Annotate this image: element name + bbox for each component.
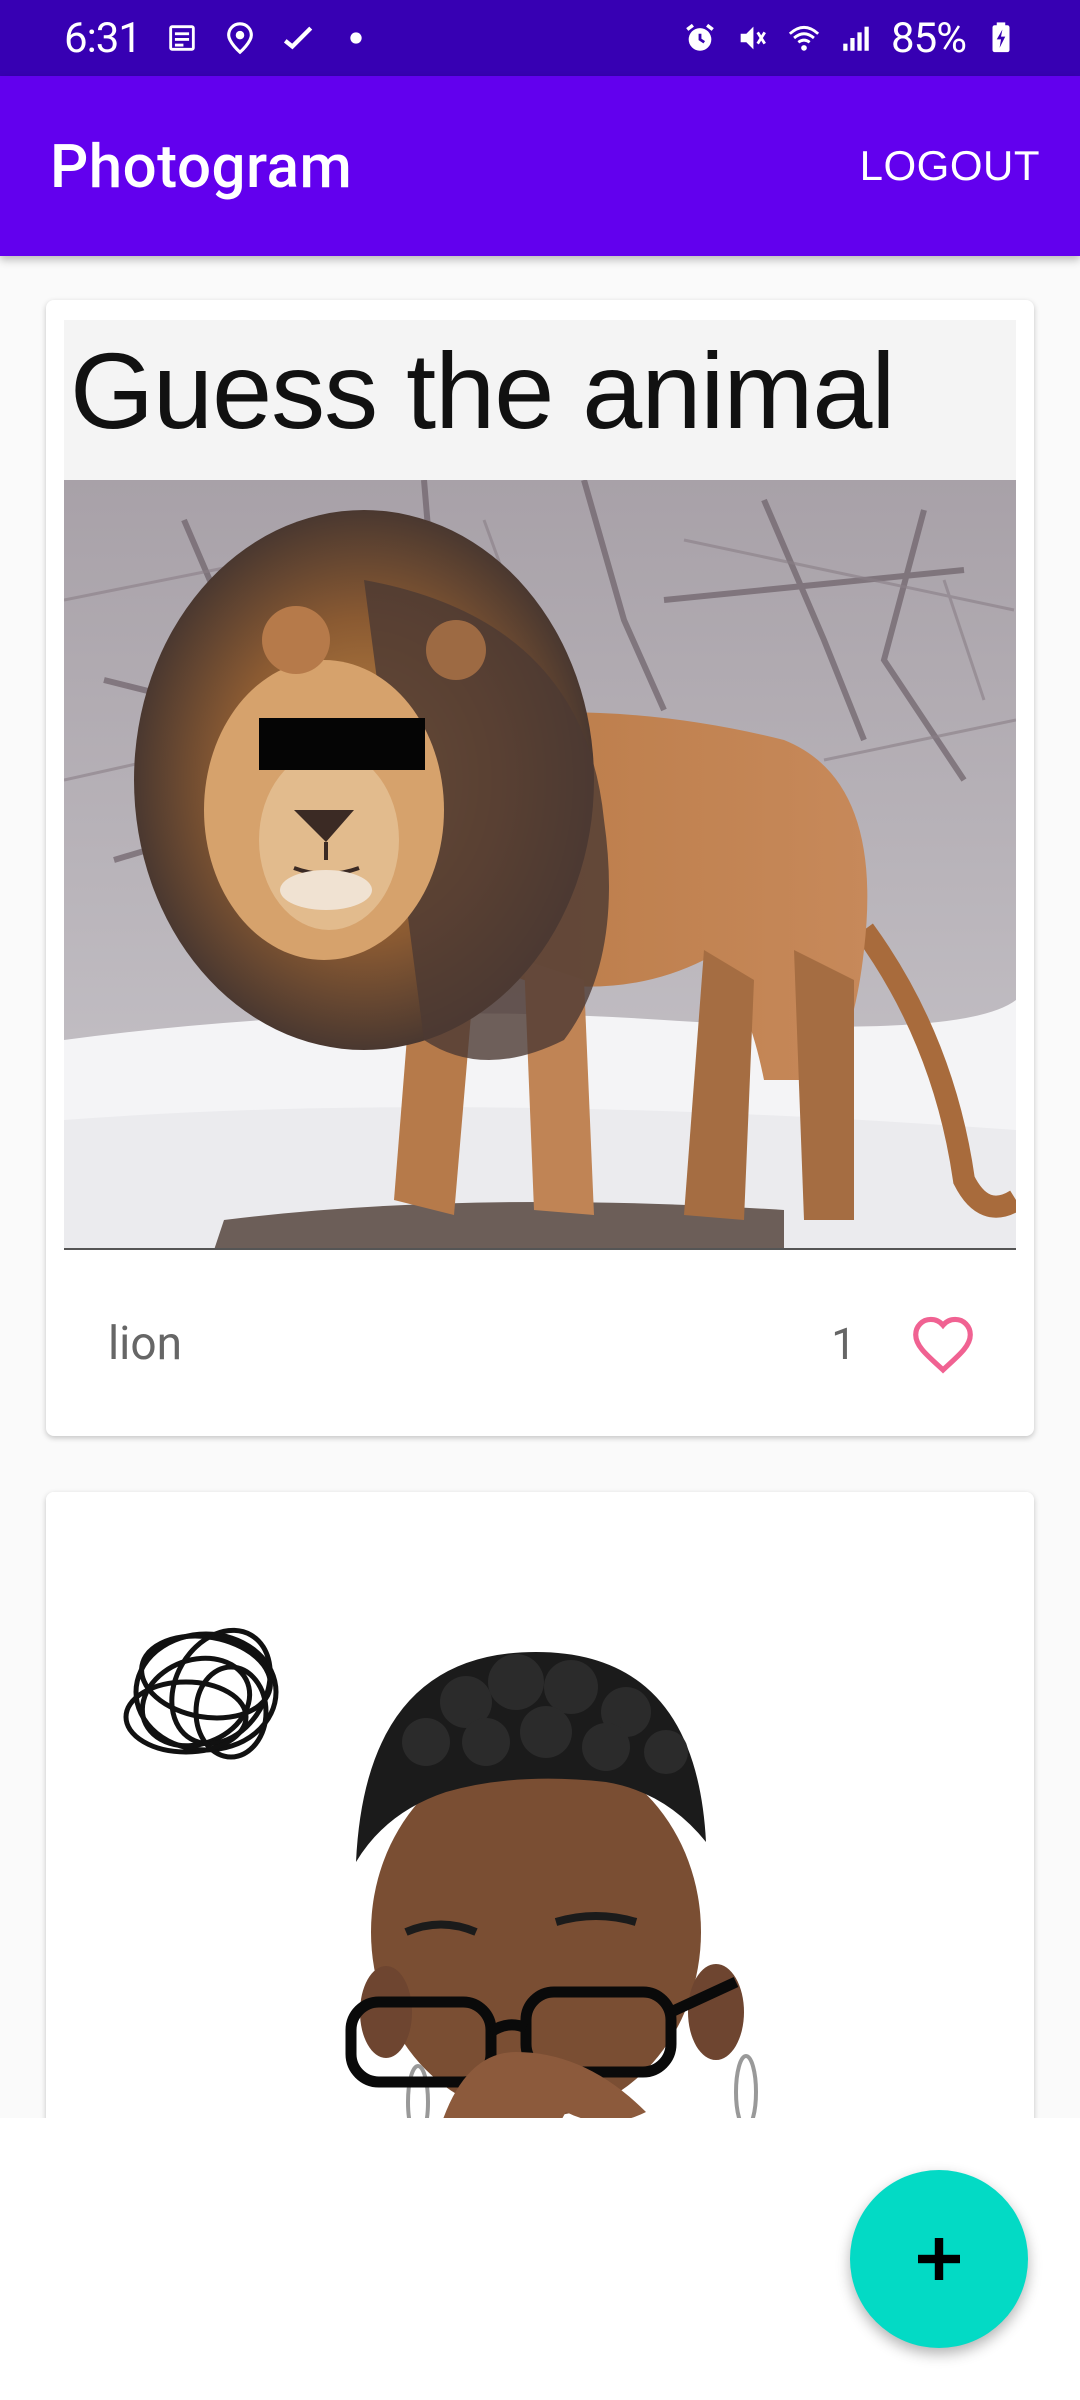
- post-image[interactable]: [46, 1492, 1034, 2118]
- post-footer: lion 1: [46, 1252, 1034, 1436]
- status-right: 85%: [683, 14, 1018, 63]
- news-icon: [165, 21, 199, 55]
- battery-charging-icon: [984, 21, 1018, 55]
- check-icon: [281, 21, 315, 55]
- notification-dot-icon: [339, 21, 373, 55]
- wifi-icon: [787, 21, 821, 55]
- post-image[interactable]: Guess the animal: [64, 320, 1016, 1250]
- app-title: Photogram: [50, 130, 353, 202]
- post-card[interactable]: [46, 1492, 1034, 2118]
- status-time: 6:31: [64, 13, 142, 63]
- battery-percent: 85%: [891, 13, 967, 63]
- add-post-button[interactable]: [850, 2170, 1028, 2348]
- signal-icon: [839, 21, 873, 55]
- lion-photo: [64, 480, 1016, 1248]
- alarm-icon: [683, 21, 717, 55]
- mute-icon: [735, 21, 769, 55]
- post-label: lion: [108, 1317, 183, 1371]
- meme-caption-area: Guess the animal: [64, 320, 1016, 480]
- app-bar: Photogram LOGOUT: [0, 76, 1080, 256]
- like-count: 1: [831, 1318, 856, 1370]
- status-bar: 6:31 85%: [0, 0, 1080, 76]
- plus-icon: [918, 2238, 960, 2280]
- status-left: 6:31: [64, 14, 373, 63]
- logout-button[interactable]: LOGOUT: [860, 142, 1040, 190]
- heart-icon[interactable]: [908, 1312, 978, 1376]
- post-card[interactable]: Guess the animal lion 1: [46, 300, 1034, 1436]
- location-icon: [223, 21, 257, 55]
- post-feed[interactable]: Guess the animal lion 1: [0, 256, 1080, 2118]
- meme-caption: Guess the animal: [70, 330, 895, 451]
